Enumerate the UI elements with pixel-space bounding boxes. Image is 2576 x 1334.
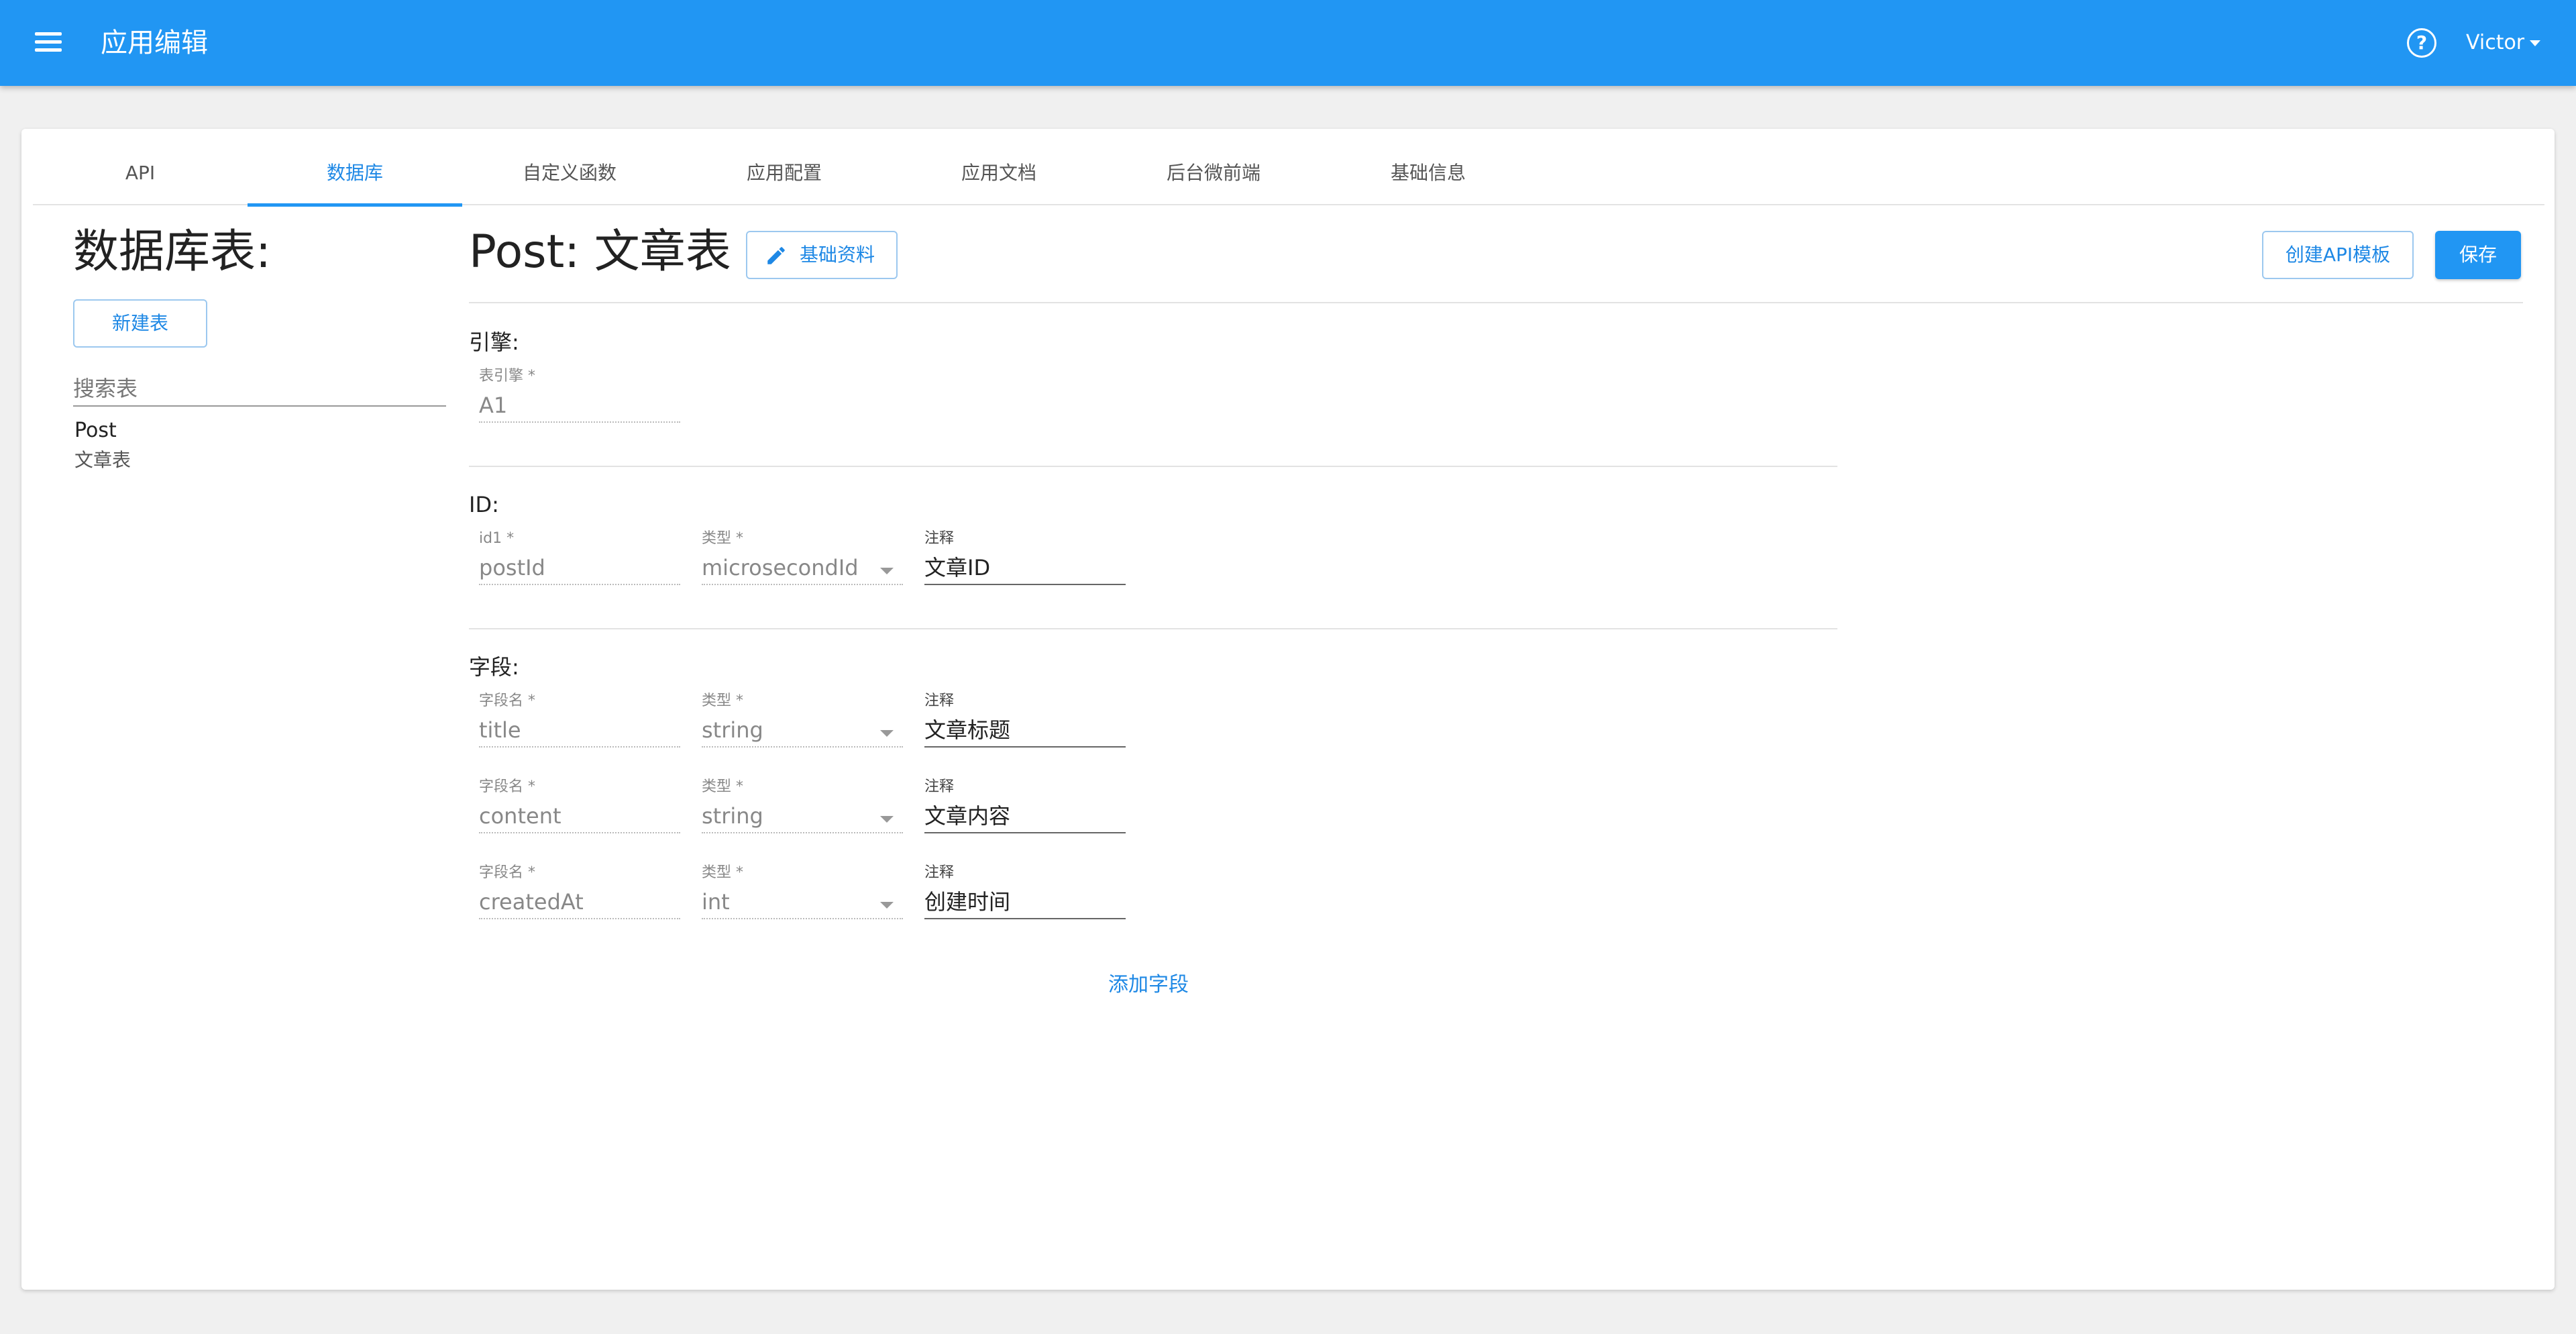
engine-section-label: 引擎: [469, 329, 519, 355]
select-caret-icon [880, 568, 894, 574]
id-type-value: microsecondId [702, 553, 903, 585]
tab-database[interactable]: 数据库 [248, 149, 462, 207]
field-name-field[interactable]: 字段名 * title [479, 691, 680, 752]
select-caret-icon [880, 902, 894, 909]
basic-info-label: 基础资料 [800, 244, 875, 266]
tab-app-config[interactable]: 应用配置 [677, 149, 892, 205]
menu-icon[interactable] [35, 31, 62, 54]
app-bar: 应用编辑 ? Victor [0, 0, 2576, 86]
field-comment-field[interactable]: 注释 文章标题 [924, 691, 1126, 752]
tab-bar: API 数据库 自定义函数 应用配置 应用文档 后台微前端 基础信息 [33, 149, 2544, 207]
tab-basic-info[interactable]: 基础信息 [1321, 149, 1536, 205]
id-name-value: postId [479, 553, 680, 585]
id-comment-label: 注释 [924, 530, 955, 547]
main-card: API 数据库 自定义函数 应用配置 应用文档 后台微前端 基础信息 数据库表:… [21, 129, 2555, 1290]
basic-info-button[interactable]: 基础资料 [746, 231, 898, 279]
field-comment-label: 注释 [924, 864, 955, 881]
fields-section-label: 字段: [469, 654, 519, 680]
tab-admin-microfrontend[interactable]: 后台微前端 [1106, 149, 1321, 205]
pencil-icon [767, 247, 785, 264]
field-type-value: string [702, 801, 903, 833]
table-title: Post: 文章表 [469, 225, 731, 278]
id-name-label: id1 * [479, 530, 515, 547]
field-type-select[interactable]: 类型 * string [702, 691, 903, 752]
database-tables-title: 数据库表: [73, 225, 271, 278]
user-menu[interactable]: Victor [2466, 30, 2541, 56]
field-comment-label: 注释 [924, 692, 955, 709]
field-name-field[interactable]: 字段名 * content [479, 777, 680, 837]
table-list-item[interactable]: Post 文章表 [73, 416, 446, 476]
field-type-label: 类型 * [702, 692, 743, 709]
table-item-name: Post [74, 419, 117, 442]
engine-value: A1 [479, 391, 680, 423]
field-comment-input[interactable]: 创建时间 [924, 887, 1126, 919]
save-button[interactable]: 保存 [2435, 231, 2521, 279]
field-comment-label: 注释 [924, 778, 955, 795]
field-name-label: 字段名 * [479, 692, 535, 709]
engine-field-label: 表引擎 * [479, 368, 535, 384]
divider [469, 302, 2523, 303]
new-table-button[interactable]: 新建表 [73, 299, 207, 348]
table-item-comment: 文章表 [74, 449, 131, 471]
field-comment-input[interactable]: 文章内容 [924, 801, 1126, 833]
divider [469, 466, 1837, 467]
field-comment-field[interactable]: 注释 文章内容 [924, 777, 1126, 837]
divider [469, 628, 1837, 629]
app-title: 应用编辑 [101, 28, 208, 58]
select-caret-icon [880, 730, 894, 737]
field-comment-input[interactable]: 文章标题 [924, 715, 1126, 748]
field-type-label: 类型 * [702, 864, 743, 881]
id-comment-input[interactable]: 文章ID [924, 553, 1126, 585]
field-name-field[interactable]: 字段名 * createdAt [479, 863, 680, 923]
field-type-select[interactable]: 类型 * string [702, 777, 903, 837]
engine-field[interactable]: 表引擎 * A1 [479, 366, 680, 427]
field-name-value: content [479, 801, 680, 833]
id-type-select[interactable]: 类型 * microsecondId [702, 529, 903, 589]
field-comment-field[interactable]: 注释 创建时间 [924, 863, 1126, 923]
field-type-label: 类型 * [702, 778, 743, 795]
field-name-value: title [479, 715, 680, 748]
tab-api[interactable]: API [33, 149, 248, 205]
user-name: Victor [2466, 31, 2525, 54]
id-name-field[interactable]: id1 * postId [479, 529, 680, 589]
tab-app-docs[interactable]: 应用文档 [892, 149, 1106, 205]
field-name-label: 字段名 * [479, 864, 535, 881]
id-comment-field[interactable]: 注释 文章ID [924, 529, 1126, 589]
help-icon[interactable]: ? [2407, 28, 2436, 58]
field-type-select[interactable]: 类型 * int [702, 863, 903, 923]
select-caret-icon [880, 816, 894, 823]
create-api-template-button[interactable]: 创建API模板 [2262, 231, 2414, 279]
id-type-label: 类型 * [702, 530, 743, 547]
add-field-button[interactable]: 添加字段 [1108, 970, 1189, 1000]
field-type-value: int [702, 887, 903, 919]
search-table-input[interactable] [73, 372, 446, 407]
field-name-label: 字段名 * [479, 778, 535, 795]
field-type-value: string [702, 715, 903, 748]
id-section-label: ID: [469, 492, 499, 517]
tab-custom-functions[interactable]: 自定义函数 [462, 149, 677, 205]
field-name-value: createdAt [479, 887, 680, 919]
caret-down-icon [2530, 40, 2541, 46]
